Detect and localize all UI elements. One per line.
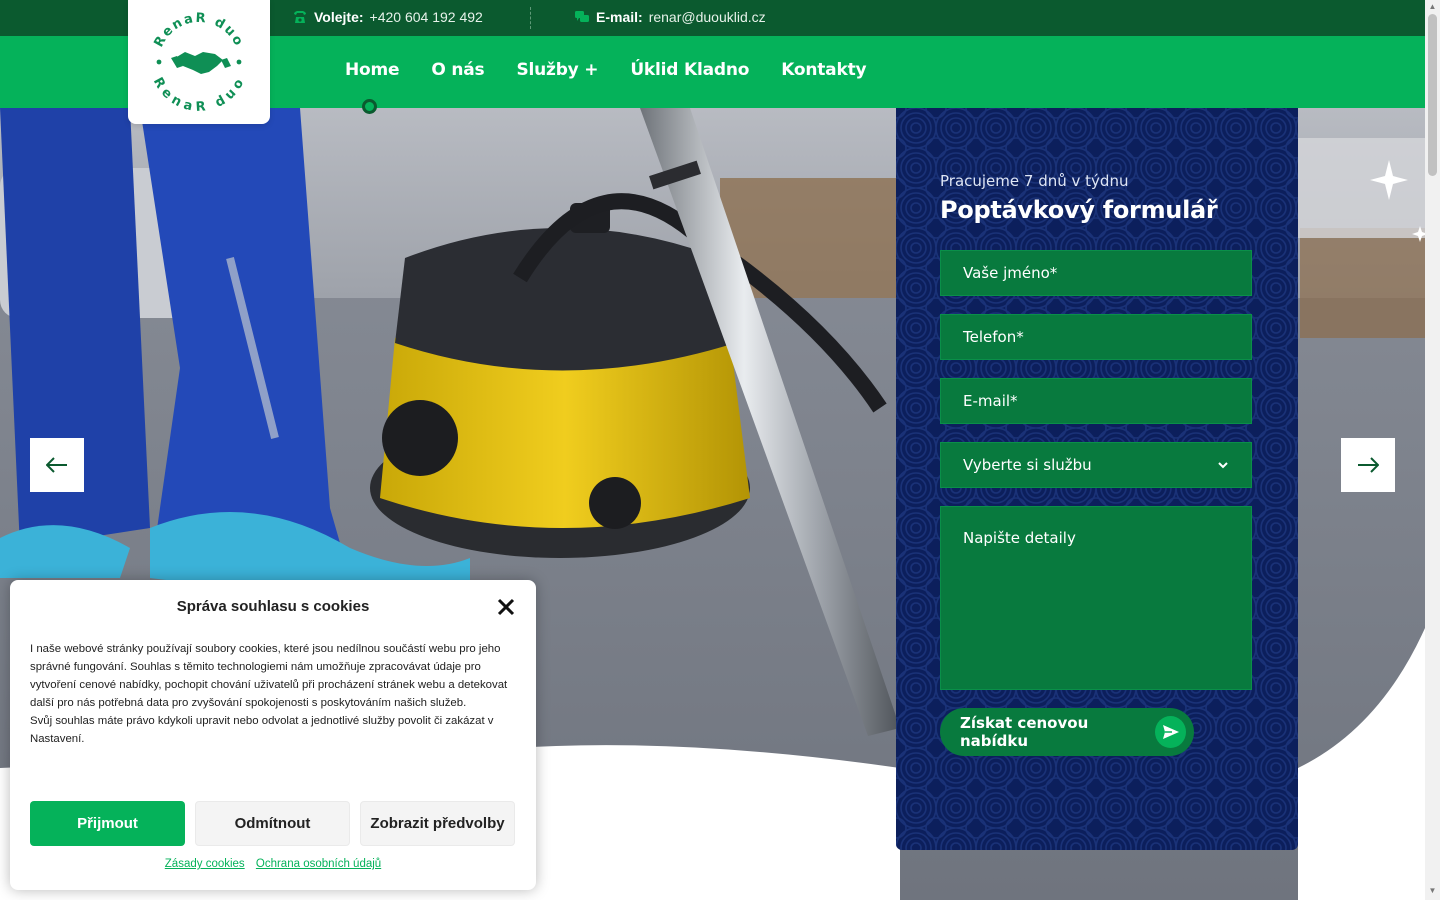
nav-item-uklid-kladno[interactable]: Úklid Kladno xyxy=(630,60,749,80)
phone-contact[interactable]: Volejte: +420 604 192 492 xyxy=(292,9,483,25)
email-value: renar@duouklid.cz xyxy=(648,9,766,25)
email-input[interactable]: E-mail* xyxy=(940,378,1252,424)
scroll-up-arrow-icon[interactable]: ▲ xyxy=(1428,2,1437,11)
show-preferences-button[interactable]: Zobrazit předvolby xyxy=(360,801,515,846)
logo-text-bottom: RenaR duo xyxy=(150,75,246,115)
cookie-text-paragraph-1: I naše webové stránky používají soubory … xyxy=(30,643,508,709)
svg-text:RenaR duo: RenaR duo xyxy=(151,11,246,50)
cookie-text-paragraph-2: Svůj souhlas máte právo kdykoli upravit … xyxy=(30,715,494,745)
nav-item-o-nas[interactable]: O nás xyxy=(431,60,484,80)
active-nav-indicator xyxy=(362,99,377,114)
slider-next-button[interactable] xyxy=(1341,438,1395,492)
nav-item-home[interactable]: Home xyxy=(345,60,400,80)
chat-icon xyxy=(575,11,589,22)
email-label: E-mail: xyxy=(596,9,643,25)
name-input[interactable]: Vaše jméno* xyxy=(940,250,1252,296)
accept-cookies-button[interactable]: Přijmout xyxy=(30,801,185,846)
logo-text-top: RenaR duo xyxy=(151,11,244,50)
handshake-icon xyxy=(171,52,231,74)
send-icon xyxy=(1155,716,1186,748)
site-logo[interactable]: RenaR duo RenaR duo xyxy=(128,0,270,124)
main-menu: Home O nás Služby + Úklid Kladno Kontakt… xyxy=(345,60,867,80)
email-contact[interactable]: E-mail: renar@duouklid.cz xyxy=(574,9,766,25)
form-title: Poptávkový formulář xyxy=(940,196,1218,224)
nav-item-sluzby[interactable]: Služby + xyxy=(516,60,598,80)
cookie-consent-dialog: Správa souhlasu s cookies I naše webové … xyxy=(10,580,536,890)
get-quote-label: Získat cenovou nabídku xyxy=(960,714,1089,750)
cookie-buttons: Přijmout Odmítnout Zobrazit předvolby xyxy=(30,801,515,846)
scroll-down-arrow-icon[interactable]: ▼ xyxy=(1428,886,1437,895)
scrollbar-thumb[interactable] xyxy=(1428,14,1437,176)
close-icon[interactable] xyxy=(497,598,515,616)
deny-cookies-button[interactable]: Odmítnout xyxy=(195,801,350,846)
phone-icon xyxy=(294,11,306,23)
inquiry-form: Pracujeme 7 dnů v týdnu Poptávkový formu… xyxy=(940,172,1252,756)
service-select-value: Vyberte si službu xyxy=(963,456,1092,474)
arrow-right-icon xyxy=(1358,457,1379,473)
service-select[interactable]: Vyberte si službu xyxy=(940,442,1252,488)
get-quote-button[interactable]: Získat cenovou nabídku xyxy=(940,708,1194,756)
cookie-dialog-title: Správa souhlasu s cookies xyxy=(176,598,370,615)
arrow-left-icon xyxy=(46,457,67,473)
inquiry-form-panel: Pracujeme 7 dnů v týdnu Poptávkový formu… xyxy=(896,108,1298,850)
phone-value: +420 604 192 492 xyxy=(369,9,483,25)
logo-emblem: RenaR duo RenaR duo xyxy=(150,11,248,115)
chevron-down-icon xyxy=(1218,462,1228,469)
topbar-divider xyxy=(530,7,531,29)
svg-text:RenaR duo: RenaR duo xyxy=(150,75,248,115)
details-textarea[interactable]: Napište detaily xyxy=(940,506,1252,690)
phone-input[interactable]: Telefon* xyxy=(940,314,1252,360)
slider-prev-button[interactable] xyxy=(30,438,84,492)
form-subtitle: Pracujeme 7 dnů v týdnu xyxy=(940,172,1129,190)
nav-item-kontakty[interactable]: Kontakty xyxy=(781,60,866,80)
page-scrollbar[interactable]: ▲ ▼ xyxy=(1425,0,1440,900)
phone-label: Volejte: xyxy=(314,9,364,25)
privacy-policy-link[interactable]: Ochrana osobních údajů xyxy=(256,858,381,870)
cookie-dialog-text: I naše webové stránky používají soubory … xyxy=(30,640,516,748)
cookie-policy-link[interactable]: Zásady cookies xyxy=(165,858,245,870)
cookie-links: Zásady cookies Ochrana osobních údajů xyxy=(10,858,536,870)
page: Volejte: +420 604 192 492 E-mail: renar@… xyxy=(0,0,1440,900)
